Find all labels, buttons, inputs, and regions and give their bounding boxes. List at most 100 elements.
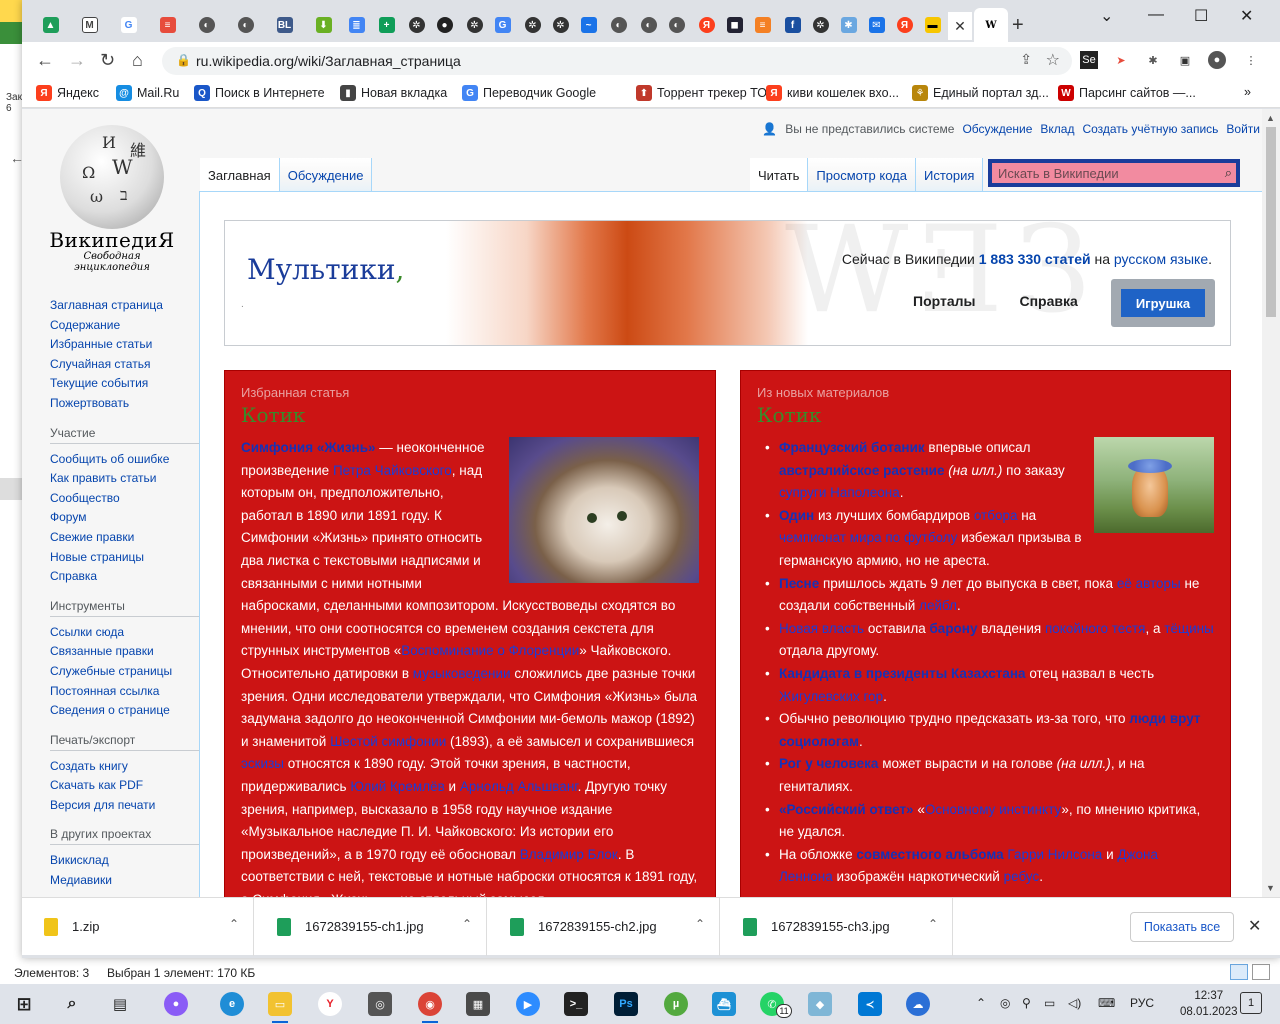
close-window-button[interactable]: ✕ — [1240, 6, 1253, 26]
link[interactable]: Гарри Нилсона — [1007, 847, 1102, 862]
russian-language-link[interactable]: русском языке — [1114, 251, 1208, 267]
photoshop-icon[interactable]: Ps — [614, 992, 638, 1016]
tab-f[interactable]: f — [778, 8, 807, 42]
link[interactable]: отбора — [974, 508, 1018, 523]
link[interactable]: чемпионат мира по футболу — [779, 530, 957, 545]
back-icon[interactable]: ← — [36, 50, 54, 71]
stats-count-link[interactable]: 1 883 330 статей — [979, 251, 1091, 267]
sidebar-link[interactable]: Медиавики — [50, 871, 200, 891]
tab-openai-5[interactable]: ✲ — [806, 8, 835, 42]
tab-translate[interactable]: G — [488, 8, 517, 42]
keyboard-icon[interactable]: ⌨ — [1098, 996, 1115, 1010]
tab-openai-3[interactable]: ✲ — [518, 8, 547, 42]
download-item[interactable]: 1672839155-ch1.jpg ⌃ — [255, 898, 487, 956]
kitten-image[interactable] — [509, 437, 699, 583]
tab-car[interactable]: ▬ — [918, 8, 947, 42]
file-explorer-icon[interactable]: ▭ — [268, 992, 292, 1023]
sidebar-link[interactable]: Случайная статья — [50, 355, 200, 375]
tab-mail[interactable]: ✉ — [862, 8, 891, 42]
sidebar-section-heading[interactable]: Участие — [50, 426, 200, 444]
tab-yandex-1[interactable]: Я — [692, 8, 721, 42]
profile-avatar[interactable]: ● — [1208, 51, 1226, 69]
toy-button[interactable]: Игрушка — [1121, 289, 1205, 317]
sidebar-link[interactable]: Избранные статьи — [50, 335, 200, 355]
camera-icon[interactable]: ◎ — [368, 992, 392, 1016]
bookmark-star-icon[interactable]: ☆ — [1046, 50, 1060, 70]
arrow-extension-icon[interactable]: ➤ — [1112, 51, 1130, 69]
contributions-link[interactable]: Вклад — [1040, 122, 1074, 136]
link[interactable]: Воспоминание о Флоренции — [401, 643, 579, 658]
sidebar-link[interactable]: Ссылки сюда — [50, 623, 200, 643]
download-options-icon[interactable]: ⌃ — [695, 917, 705, 931]
bookmark-item[interactable]: Q Поиск в Интернете — [194, 85, 325, 101]
link[interactable]: Кандидата в президенты Казахстана — [779, 666, 1026, 681]
address-bar[interactable]: 🔒 ru.wikipedia.org/wiki/Заглавная_страни… — [162, 47, 1072, 75]
wikipedia-logo[interactable]: Ω W И 維 ω ב — [60, 125, 164, 229]
more-bookmarks-icon[interactable]: » — [1244, 85, 1251, 99]
link[interactable]: совместного альбома — [856, 847, 1003, 862]
sidebar-link[interactable]: Сообщество — [50, 489, 200, 509]
link[interactable]: «Российский ответ» — [779, 802, 914, 817]
download-item[interactable]: 1672839155-ch2.jpg ⌃ — [488, 898, 720, 956]
tab-close-icon[interactable]: ✕ — [948, 12, 972, 40]
search-input[interactable]: Искать в Википедии ⌕ — [992, 163, 1236, 183]
sidebar-link[interactable]: Сведения о странице — [50, 701, 200, 721]
tray-chevron-icon[interactable]: ⌃ — [976, 996, 986, 1010]
sidebar-link[interactable]: Как править статьи — [50, 469, 200, 489]
sidebar-link[interactable]: Текущие события — [50, 374, 200, 394]
lock-icon[interactable]: 🔒 — [176, 53, 191, 67]
sidebar-link[interactable]: Форум — [50, 508, 200, 528]
sidebar-link[interactable]: Пожертвовать — [50, 394, 200, 414]
link[interactable]: Французский ботаник — [779, 440, 925, 455]
link[interactable]: Шестой симфонии — [330, 734, 446, 749]
talk-link[interactable]: Обсуждение — [962, 122, 1032, 136]
docker-icon[interactable]: ⛴ — [712, 992, 736, 1016]
language-indicator[interactable]: РУС — [1130, 996, 1154, 1010]
search-icon[interactable]: ⌕ — [1225, 165, 1232, 181]
tab-sheets[interactable]: + — [372, 8, 401, 42]
download-item[interactable]: 1.zip ⌃ — [22, 898, 254, 956]
reload-icon[interactable]: ↻ — [100, 50, 115, 71]
scroll-down-icon[interactable]: ▼ — [1266, 883, 1275, 893]
sidepanel-icon[interactable]: ▣ — [1176, 51, 1194, 69]
sidebar-section-heading[interactable]: В других проектах — [50, 827, 200, 846]
tab-search-icon[interactable]: ⌄ — [1100, 6, 1113, 26]
link[interactable]: ребус — [1004, 869, 1040, 884]
tab-google-drive[interactable]: ▲ — [36, 8, 65, 42]
edge-icon[interactable]: e — [220, 992, 244, 1016]
link[interactable]: барону — [929, 621, 977, 636]
page-scrollbar[interactable]: ▲ ▼ — [1262, 109, 1280, 897]
sidebar-link[interactable]: Свежие правки — [50, 528, 200, 548]
app-icon[interactable]: ◆ — [808, 992, 832, 1016]
download-options-icon[interactable]: ⌃ — [229, 917, 239, 931]
search-box[interactable]: Искать в Википедии ⌕ — [988, 159, 1240, 187]
chrome-icon[interactable]: ◉ — [418, 992, 442, 1023]
calculator-icon[interactable]: ▦ — [466, 992, 490, 1016]
tab-puzzle[interactable]: ✱ — [834, 8, 863, 42]
sidebar-link[interactable]: Постоянная ссылка — [50, 682, 200, 702]
maximize-button[interactable]: ☐ — [1194, 6, 1208, 26]
link[interactable]: музыковедении — [413, 666, 511, 681]
link[interactable]: эскизы — [241, 756, 284, 771]
utorrent-icon[interactable]: µ — [664, 992, 688, 1016]
tab-photo[interactable]: ◼ — [720, 8, 749, 42]
bookmark-item[interactable]: Я Яндекс — [36, 85, 99, 101]
tab-read[interactable]: Читать — [750, 158, 809, 191]
search-placeholder[interactable]: Искать в Википедии — [998, 166, 1119, 181]
tab-openai-1[interactable]: ✲ — [402, 8, 431, 42]
sidebar-link[interactable]: Создать книгу — [50, 757, 200, 777]
show-all-button[interactable]: Показать все — [1130, 912, 1234, 942]
sidebar-link[interactable]: Справка — [50, 567, 200, 587]
network-icon[interactable]: ▭ — [1044, 996, 1055, 1010]
vscode-icon[interactable]: ≺ — [858, 992, 882, 1016]
bookmark-item[interactable]: @ Mail.Ru — [116, 85, 179, 101]
tab-globe-4[interactable]: ◐ — [634, 8, 663, 42]
scroll-thumb[interactable] — [1266, 127, 1276, 317]
url-text[interactable]: ru.wikipedia.org/wiki/Заглавная_страница — [196, 53, 461, 69]
tab-stack[interactable]: ≡ — [748, 8, 777, 42]
link[interactable]: лейбл — [919, 598, 957, 613]
tab-history[interactable]: История — [915, 158, 984, 191]
tab-openai-2[interactable]: ✲ — [460, 8, 489, 42]
sidebar-link[interactable]: Заглавная страница — [50, 296, 200, 316]
bookmark-item[interactable]: ▮ Новая вкладка — [340, 85, 447, 101]
